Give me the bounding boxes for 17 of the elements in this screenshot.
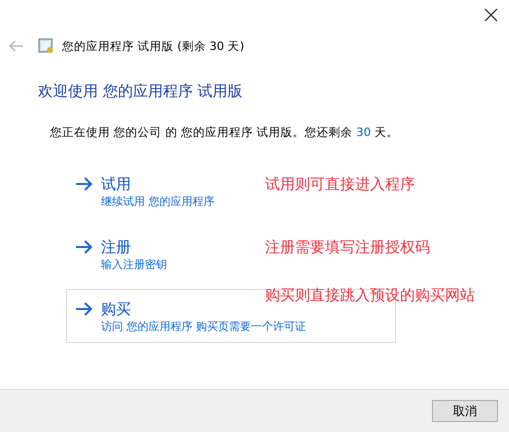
option-link[interactable]: 试用 (101, 174, 214, 194)
app-icon (38, 38, 54, 54)
cancel-button[interactable]: 取消 (432, 400, 498, 422)
arrow-icon (75, 240, 93, 254)
heading: 欢迎使用 您的应用程序 试用版 (38, 82, 244, 101)
window-title: 您的应用程序 试用版 (剩余 30 天) (62, 38, 244, 54)
annotation-text: 试用则可直接进入程序 (265, 175, 415, 194)
option-description[interactable]: 输入注册密钥 (101, 257, 167, 272)
annotation-text: 注册需要填写注册授权码 (265, 238, 430, 257)
option-description[interactable]: 继续试用 您的应用程序 (101, 194, 214, 209)
option-description[interactable]: 访问 您的应用程序 购买页需要一个许可证 (101, 319, 306, 334)
annotation-text: 购买则直接跳入预设的购买网站 (265, 286, 475, 305)
arrow-icon (75, 177, 93, 191)
close-button[interactable] (483, 7, 499, 23)
message-text: 您正在使用 您的公司 的 您的应用程序 试用版。您还剩余 30 天。 (50, 125, 400, 140)
option-link[interactable]: 注册 (101, 237, 167, 257)
arrow-icon (75, 302, 93, 316)
